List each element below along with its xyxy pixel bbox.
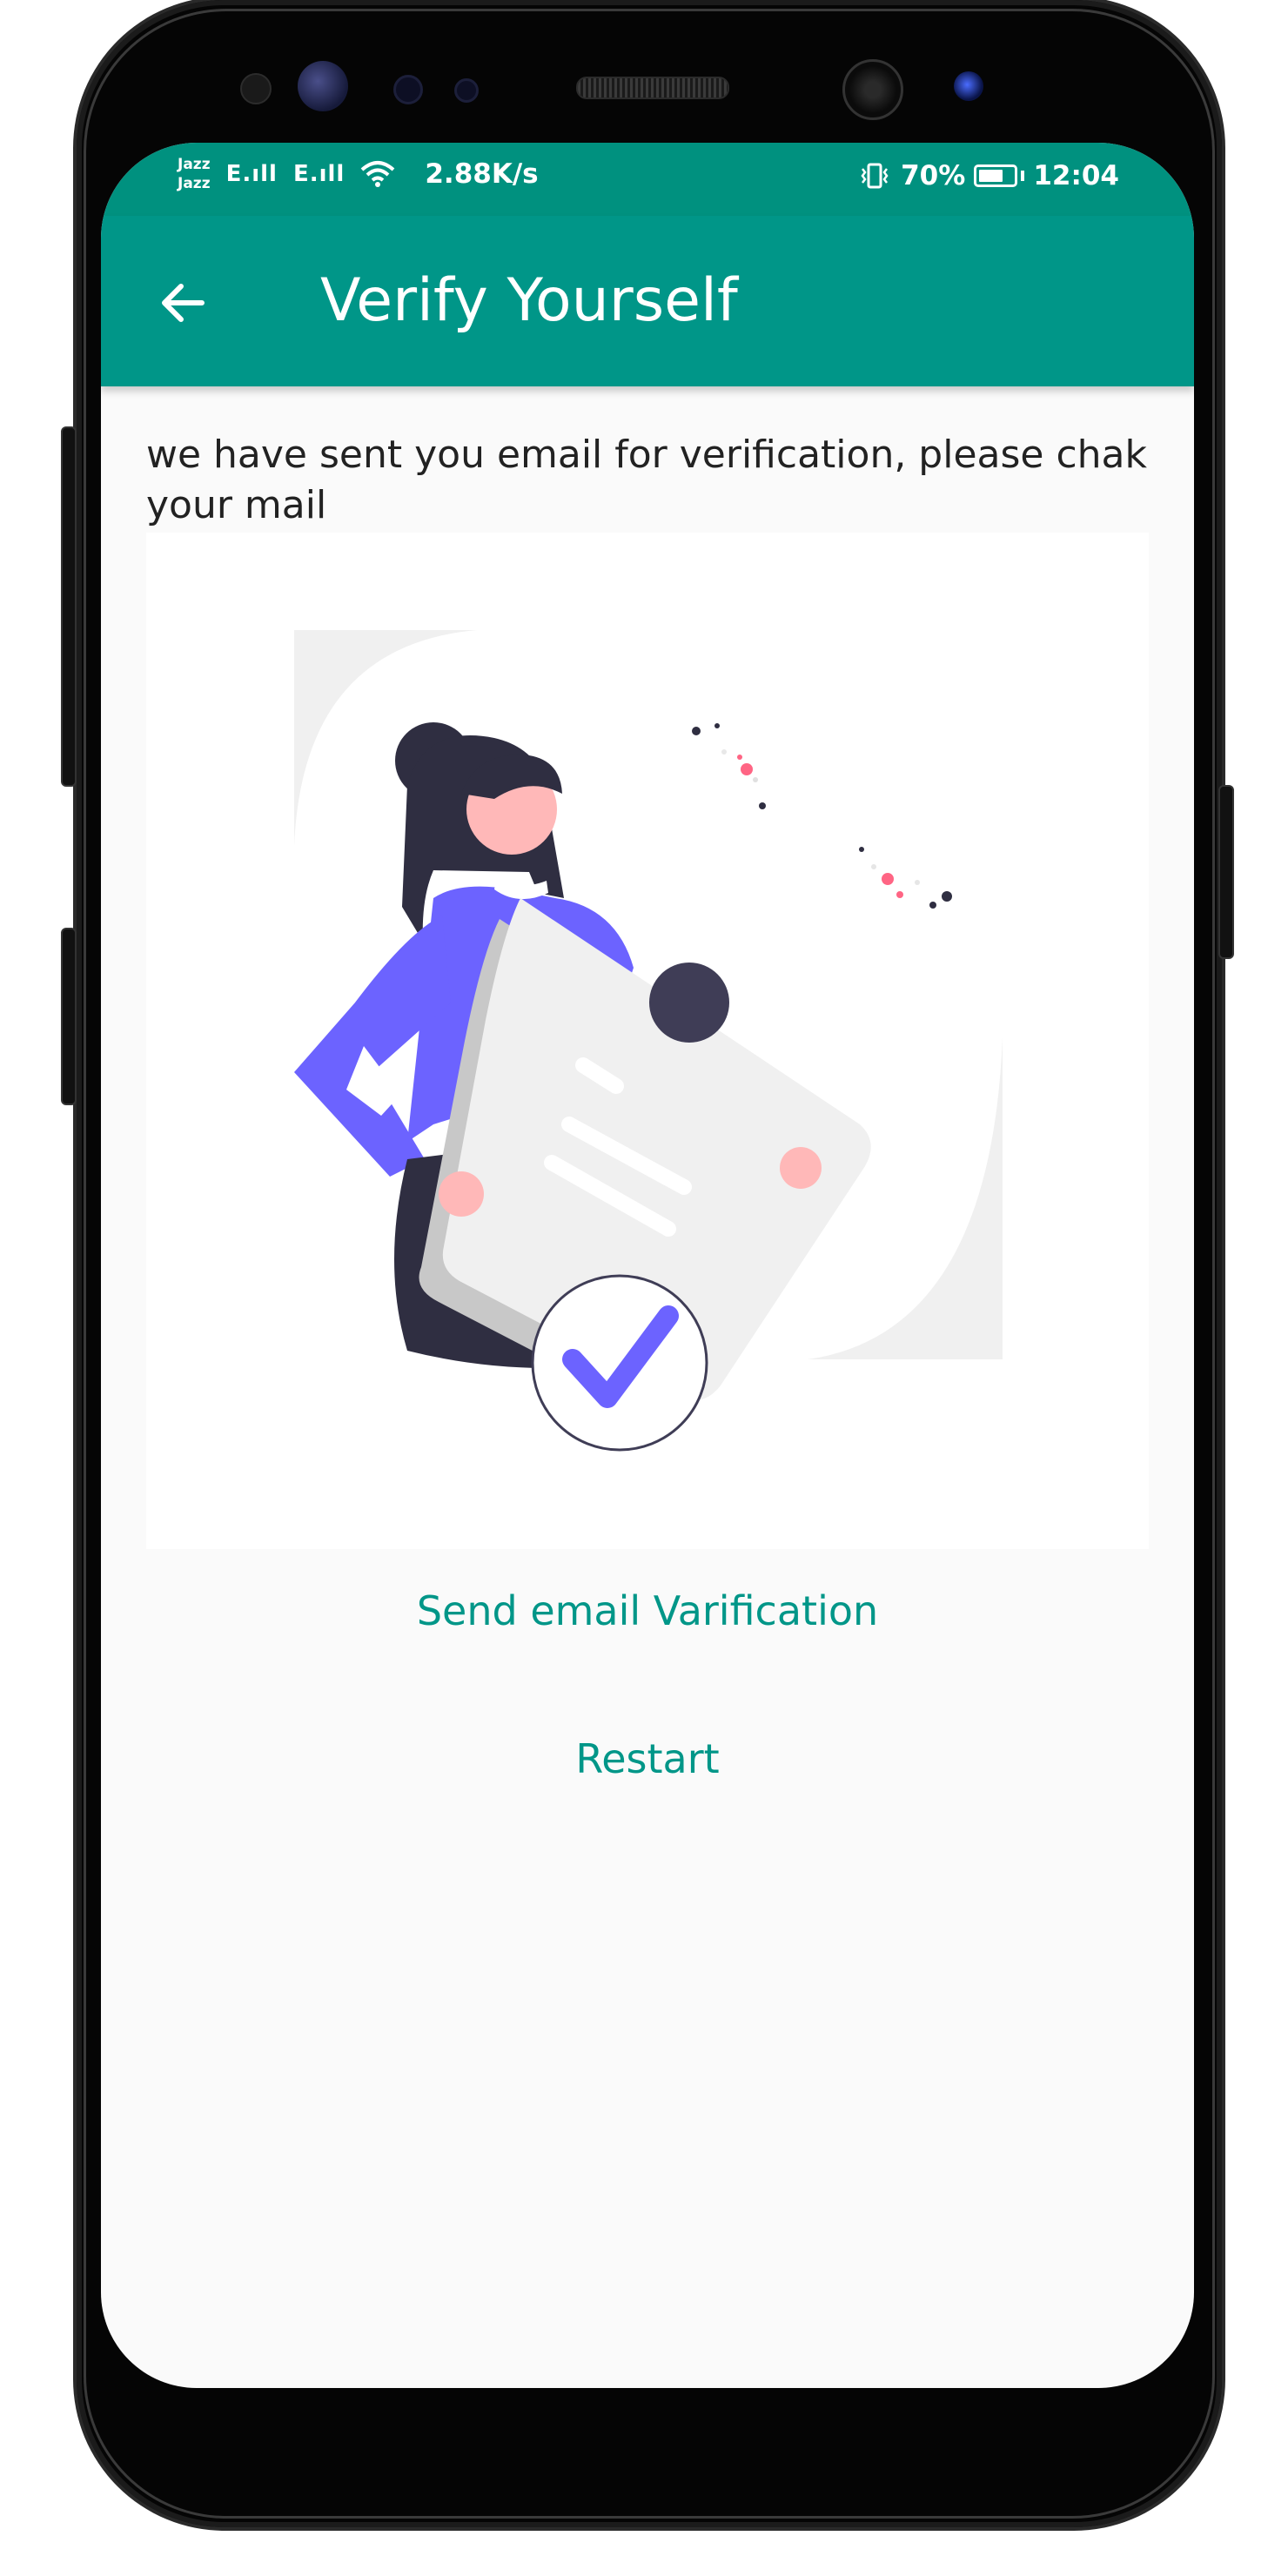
signal-2-icon: E.ıll [292,161,345,187]
battery-nub [1021,171,1025,181]
illustration-svg [294,630,1003,1452]
status-bar-left: Jazz Jazz E.ıll E.ıll 2.88K/s [178,155,539,193]
status-bar: Jazz Jazz E.ıll E.ıll 2.88K/s 70% 12:04 [101,143,1194,216]
verification-message: we have sent you email for verification,… [146,433,1147,527]
battery-percent: 70% [901,160,966,191]
battery-fill [979,170,1003,182]
carrier-names: Jazz Jazz [178,155,211,193]
arrow-left-icon[interactable] [155,275,211,331]
send-email-verification-button[interactable]: Send email Varification [101,1587,1194,1634]
status-bar-right: 70% 12:04 [857,160,1119,191]
power-button [1218,785,1234,959]
confetti [692,723,952,909]
vibrate-icon [861,163,889,189]
carrier-2: Jazz [178,175,211,192]
battery-icon [974,164,1018,187]
carrier-1: Jazz [178,156,211,173]
signal-1-icon: E.ıll [225,161,278,187]
screen: Jazz Jazz E.ıll E.ıll 2.88K/s 70% 12:04 [101,143,1194,2388]
page-title: Verify Yourself [320,266,738,335]
network-speed: 2.88K/s [425,158,539,190]
document-seal [649,963,729,1043]
proximity-sensor [240,73,272,104]
volume-up-button [61,426,77,787]
app-bar: Verify Yourself [101,216,1194,386]
front-camera-icon [842,59,903,120]
sensor-dot [393,75,423,104]
left-hand [439,1171,484,1217]
volume-down-button [61,928,77,1105]
wifi-icon [361,161,395,187]
check-badge [531,1274,708,1452]
right-hand [780,1147,822,1189]
earpiece-speaker [576,77,729,99]
clock: 12:04 [1033,160,1119,191]
restart-button[interactable]: Restart [101,1735,1194,1782]
iris-camera-icon [954,71,983,101]
iris-scanner-icon [298,61,348,111]
verification-illustration [146,533,1149,1549]
sensor-dot [454,78,479,103]
